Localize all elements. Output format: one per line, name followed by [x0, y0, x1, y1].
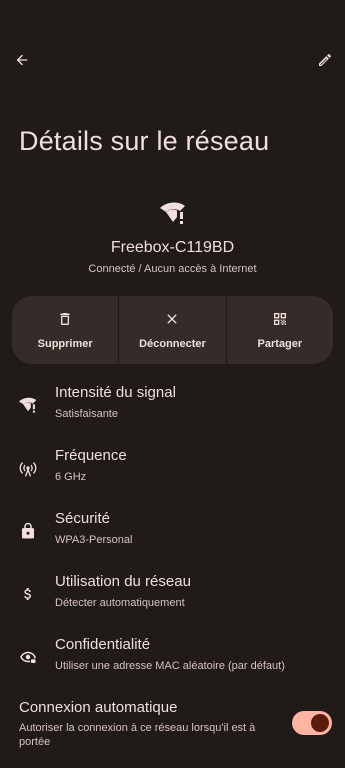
privacy-eye-icon — [17, 646, 39, 668]
delete-button[interactable]: Supprimer — [12, 296, 120, 364]
edit-pencil-icon[interactable] — [309, 44, 341, 76]
antenna-icon — [17, 457, 39, 479]
top-app-bar — [0, 0, 345, 120]
share-button-label: Partager — [257, 337, 303, 350]
share-button[interactable]: Partager — [227, 296, 333, 364]
detail-value: Utiliser une adresse MAC aléatoire (par … — [55, 660, 285, 672]
detail-title: Utilisation du réseau — [55, 573, 191, 590]
disconnect-button-label: Déconnecter — [139, 337, 206, 350]
detail-value: WPA3-Personal — [55, 534, 133, 546]
detail-privacy[interactable]: Confidentialité Utiliser une adresse MAC… — [0, 636, 345, 692]
disconnect-button[interactable]: Déconnecter — [119, 296, 227, 364]
auto-connect-setting[interactable]: Connexion automatique Autoriser la conne… — [0, 699, 345, 759]
detail-title: Sécurité — [55, 510, 111, 527]
page-title: Détails sur le réseau — [19, 126, 270, 156]
connection-status: Connecté / Aucun accès à Internet — [88, 263, 257, 275]
detail-value: 6 GHz — [55, 471, 87, 483]
action-buttons-card: Supprimer Déconnecter Partager — [12, 296, 333, 364]
detail-value: Satisfaisante — [55, 408, 118, 420]
trash-icon — [57, 311, 73, 332]
auto-connect-toggle[interactable] — [292, 711, 332, 735]
detail-title: Confidentialité — [55, 636, 151, 653]
delete-button-label: Supprimer — [37, 337, 93, 350]
detail-signal-strength[interactable]: Intensité du signal Satisfaisante — [0, 384, 345, 440]
detail-value: Détecter automatiquement — [55, 597, 185, 609]
qr-code-icon — [272, 311, 288, 332]
close-icon — [164, 311, 180, 332]
wifi-warning-icon — [159, 200, 187, 226]
network-ssid: Freebox-C119BD — [110, 239, 235, 256]
detail-title: Intensité du signal — [55, 384, 176, 401]
back-arrow-icon[interactable] — [6, 44, 38, 76]
wifi-warning-icon — [17, 394, 39, 416]
detail-frequency[interactable]: Fréquence 6 GHz — [0, 447, 345, 503]
dollar-icon — [17, 583, 39, 605]
auto-connect-description: Autoriser la connexion à ce réseau lorsq… — [19, 722, 256, 748]
detail-title: Fréquence — [55, 447, 127, 464]
lock-icon — [17, 520, 39, 542]
auto-connect-title: Connexion automatique — [19, 699, 178, 716]
detail-network-usage[interactable]: Utilisation du réseau Détecter automatiq… — [0, 573, 345, 629]
detail-security[interactable]: Sécurité WPA3-Personal — [0, 510, 345, 566]
toggle-knob — [311, 714, 329, 732]
